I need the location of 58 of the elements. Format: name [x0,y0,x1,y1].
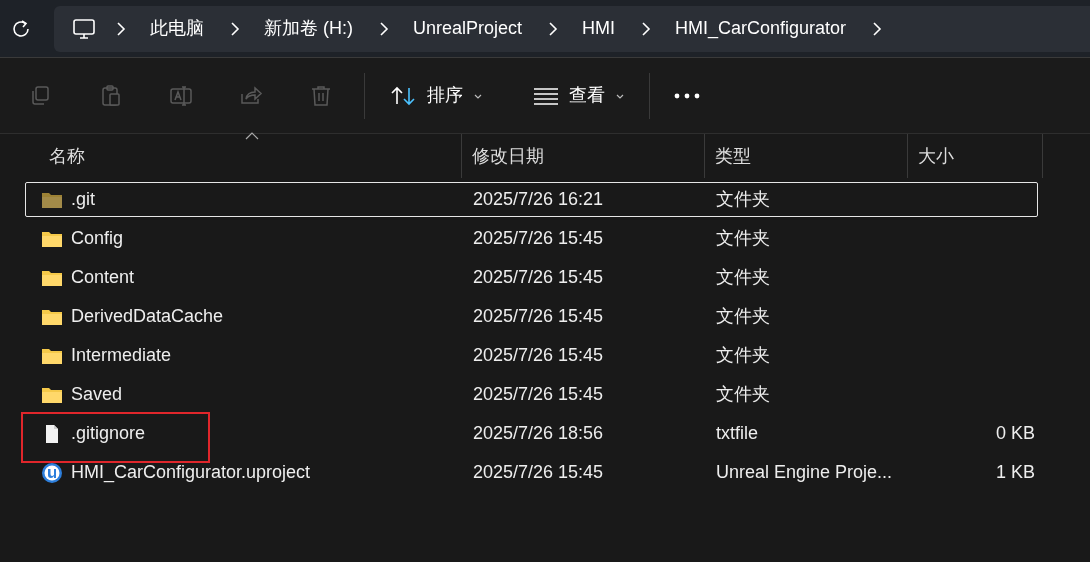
breadcrumb-item[interactable]: UnrealProject [413,15,523,42]
sort-button[interactable]: 排序 [373,74,499,117]
file-row[interactable]: Content 2025/7/26 15:45 文件夹 [25,260,1038,295]
column-label: 大小 [918,144,954,168]
file-row[interactable]: Config 2025/7/26 15:45 文件夹 [25,221,1038,256]
modified-date: 2025/7/26 15:45 [473,227,604,250]
file-type: 文件夹 [716,344,770,367]
breadcrumb-item[interactable]: 新加卷 (H:) [264,15,353,42]
file-row[interactable]: .gitignore 2025/7/26 18:56 txtfile 0 KB [25,416,1038,451]
column-label: 类型 [715,144,751,168]
modified-date: 2025/7/26 15:45 [473,344,604,367]
file-name: Intermediate [71,344,172,367]
file-name: Config [71,227,124,250]
file-row[interactable]: Intermediate 2025/7/26 15:45 文件夹 [25,338,1038,373]
breadcrumb-item[interactable]: HMI [582,15,616,42]
file-type: 文件夹 [716,227,770,250]
chevron-icon[interactable] [228,20,240,37]
view-button[interactable]: 查看 [517,74,641,117]
modified-date: 2025/7/26 15:45 [473,461,604,484]
chevron-icon[interactable] [377,20,389,37]
computer-icon[interactable] [72,17,96,40]
file-type: txtfile [716,422,758,445]
list-icon [533,85,559,106]
column-label: 名称 [49,144,85,168]
file-row[interactable]: Saved 2025/7/26 15:45 文件夹 [25,377,1038,412]
clipboard-icon [99,83,123,108]
rename-icon [169,83,193,108]
chevron-icon[interactable] [546,20,559,37]
file-type: 文件夹 [716,266,770,289]
file-size: 0 KB [995,422,1035,445]
more-icon [674,92,700,99]
refresh-icon[interactable] [10,17,32,40]
file-row[interactable]: DerivedDataCache 2025/7/26 15:45 文件夹 [25,299,1038,334]
file-name: .gitignore [71,422,146,445]
file-type: 文件夹 [716,383,770,406]
file-name: DerivedDataCache [71,305,224,328]
file-row[interactable]: HMI_CarConfigurator.uproject 2025/7/26 15:45 Unreal Engine Proje... 1 KB [25,455,1038,490]
file-type: Unreal Engine Proje... [716,461,893,484]
file-name: .git [71,188,95,211]
file-row[interactable]: .git 2025/7/26 16:21 文件夹 [25,182,1038,217]
modified-date: 2025/7/26 15:45 [473,266,604,289]
modified-date: 2025/7/26 18:56 [473,422,604,445]
modified-date: 2025/7/26 16:21 [473,188,604,211]
breadcrumb-item[interactable]: HMI_CarConfigurator [675,15,847,42]
file-name: HMI_CarConfigurator.uproject [71,461,311,485]
column-label: 修改日期 [472,144,544,168]
file-size: 1 KB [995,461,1035,484]
chevron-icon[interactable] [870,20,883,37]
file-type: 文件夹 [716,188,770,211]
file-type: 文件夹 [716,305,770,328]
file-name: Saved [71,383,123,406]
chevron-icon[interactable] [639,20,652,37]
breadcrumb-item[interactable]: 此电脑 [150,15,204,42]
file-name: Content [71,266,135,289]
trash-icon [309,83,333,108]
modified-date: 2025/7/26 15:45 [473,305,604,328]
modified-date: 2025/7/26 15:45 [473,383,604,406]
chevron-icon[interactable] [114,20,126,37]
